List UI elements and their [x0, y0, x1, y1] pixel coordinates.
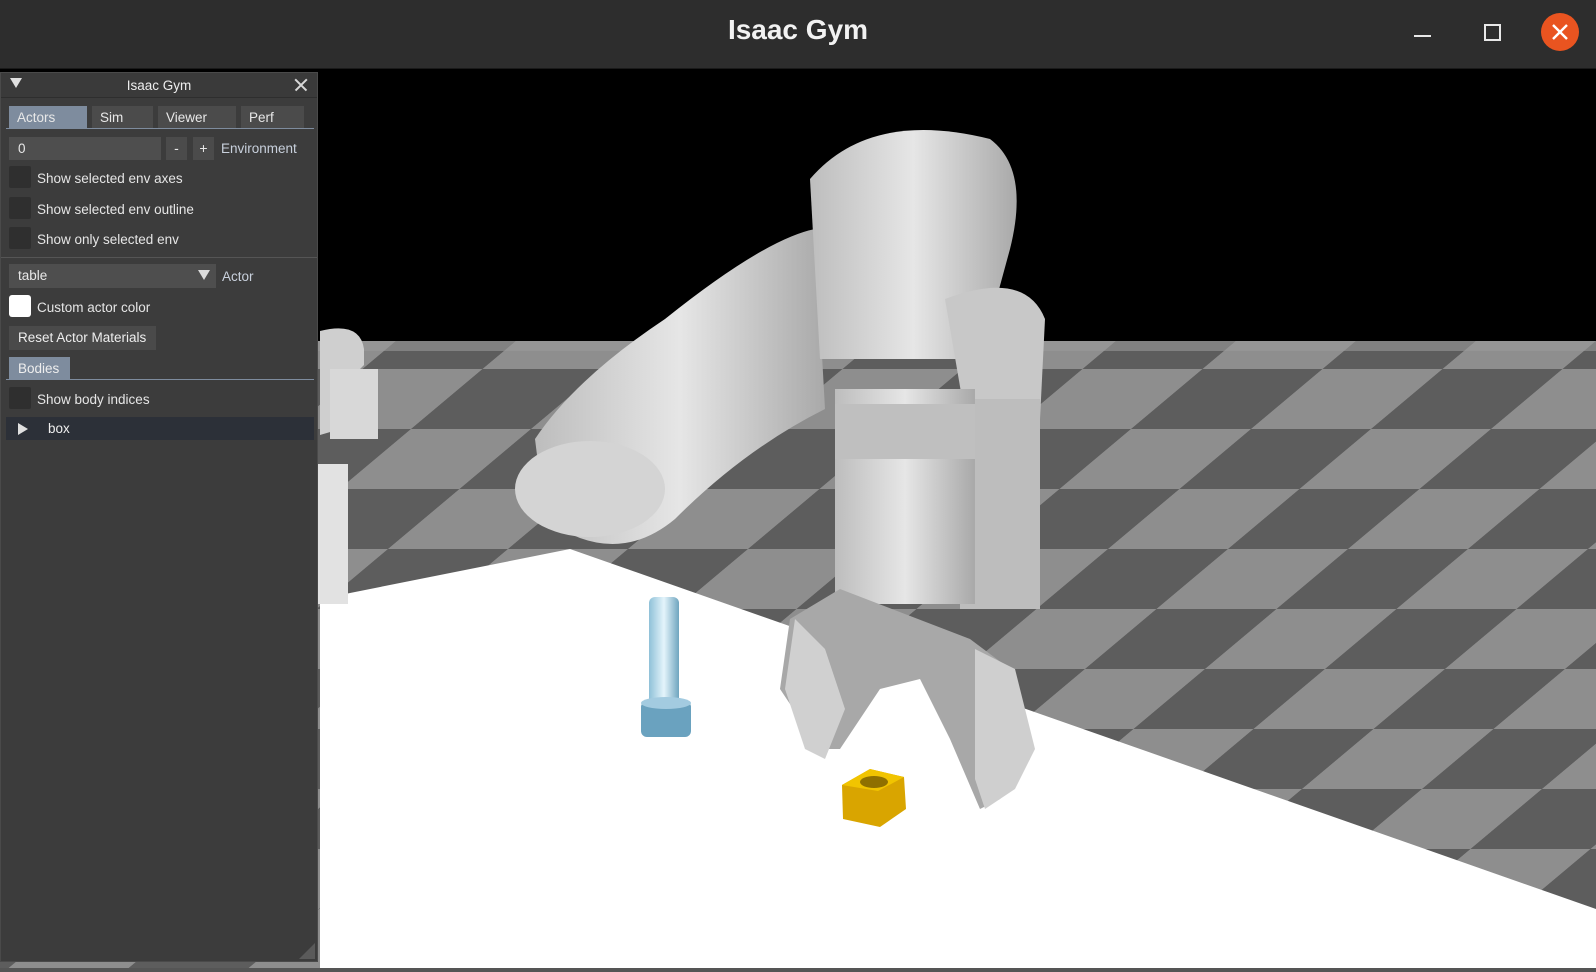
show-only-env-label: Show only selected env — [37, 232, 179, 247]
tab-underline — [6, 128, 314, 129]
show-only-env-checkbox[interactable] — [9, 227, 31, 249]
tree-item-box[interactable]: box — [6, 417, 314, 440]
tab-perf[interactable]: Perf — [241, 106, 304, 128]
show-env-outline-checkbox[interactable] — [9, 197, 31, 219]
panel-title: Isaac Gym — [126, 78, 192, 93]
environment-decrement-button[interactable]: - — [166, 137, 187, 160]
actor-label: Actor — [222, 269, 254, 284]
tree-item-label: box — [48, 421, 70, 436]
triangle-right-icon[interactable] — [18, 423, 28, 435]
actor-select[interactable]: table — [9, 264, 216, 288]
tab-actors[interactable]: Actors — [9, 106, 87, 128]
close-icon[interactable] — [292, 76, 310, 94]
window-titlebar: Isaac Gym — [0, 0, 1596, 69]
tab-sim[interactable]: Sim — [92, 106, 153, 128]
show-env-axes-label: Show selected env axes — [37, 171, 183, 186]
environment-label: Environment — [221, 141, 297, 156]
custom-actor-color-label: Custom actor color — [37, 300, 151, 315]
show-env-axes-checkbox[interactable] — [9, 166, 31, 188]
maximize-icon[interactable] — [1474, 14, 1510, 50]
chevron-down-icon[interactable] — [198, 270, 210, 280]
bottom-edge — [0, 968, 1596, 972]
close-icon — [1552, 24, 1568, 40]
window-title: Isaac Gym — [727, 14, 869, 45]
resize-grip-icon[interactable] — [299, 943, 315, 959]
panel-header[interactable]: Isaac Gym — [1, 73, 317, 98]
environment-increment-button[interactable]: + — [193, 137, 214, 160]
separator — [1, 257, 317, 258]
show-body-indices-checkbox[interactable] — [9, 387, 31, 409]
show-env-outline-label: Show selected env outline — [37, 202, 194, 217]
bodies-underline — [6, 379, 314, 380]
reset-actor-materials-button[interactable]: Reset Actor Materials — [9, 326, 156, 350]
show-body-indices-label: Show body indices — [37, 392, 150, 407]
close-window-button[interactable] — [1541, 13, 1579, 51]
isaac-gym-panel: Isaac Gym Actors Sim Viewer Perf 0 - + E… — [0, 72, 318, 962]
minimize-icon[interactable] — [1406, 14, 1442, 50]
tab-bodies[interactable]: Bodies — [9, 357, 70, 380]
tab-viewer[interactable]: Viewer — [158, 106, 236, 128]
custom-actor-color-swatch[interactable] — [9, 295, 31, 317]
environment-index-input[interactable]: 0 — [9, 137, 161, 160]
